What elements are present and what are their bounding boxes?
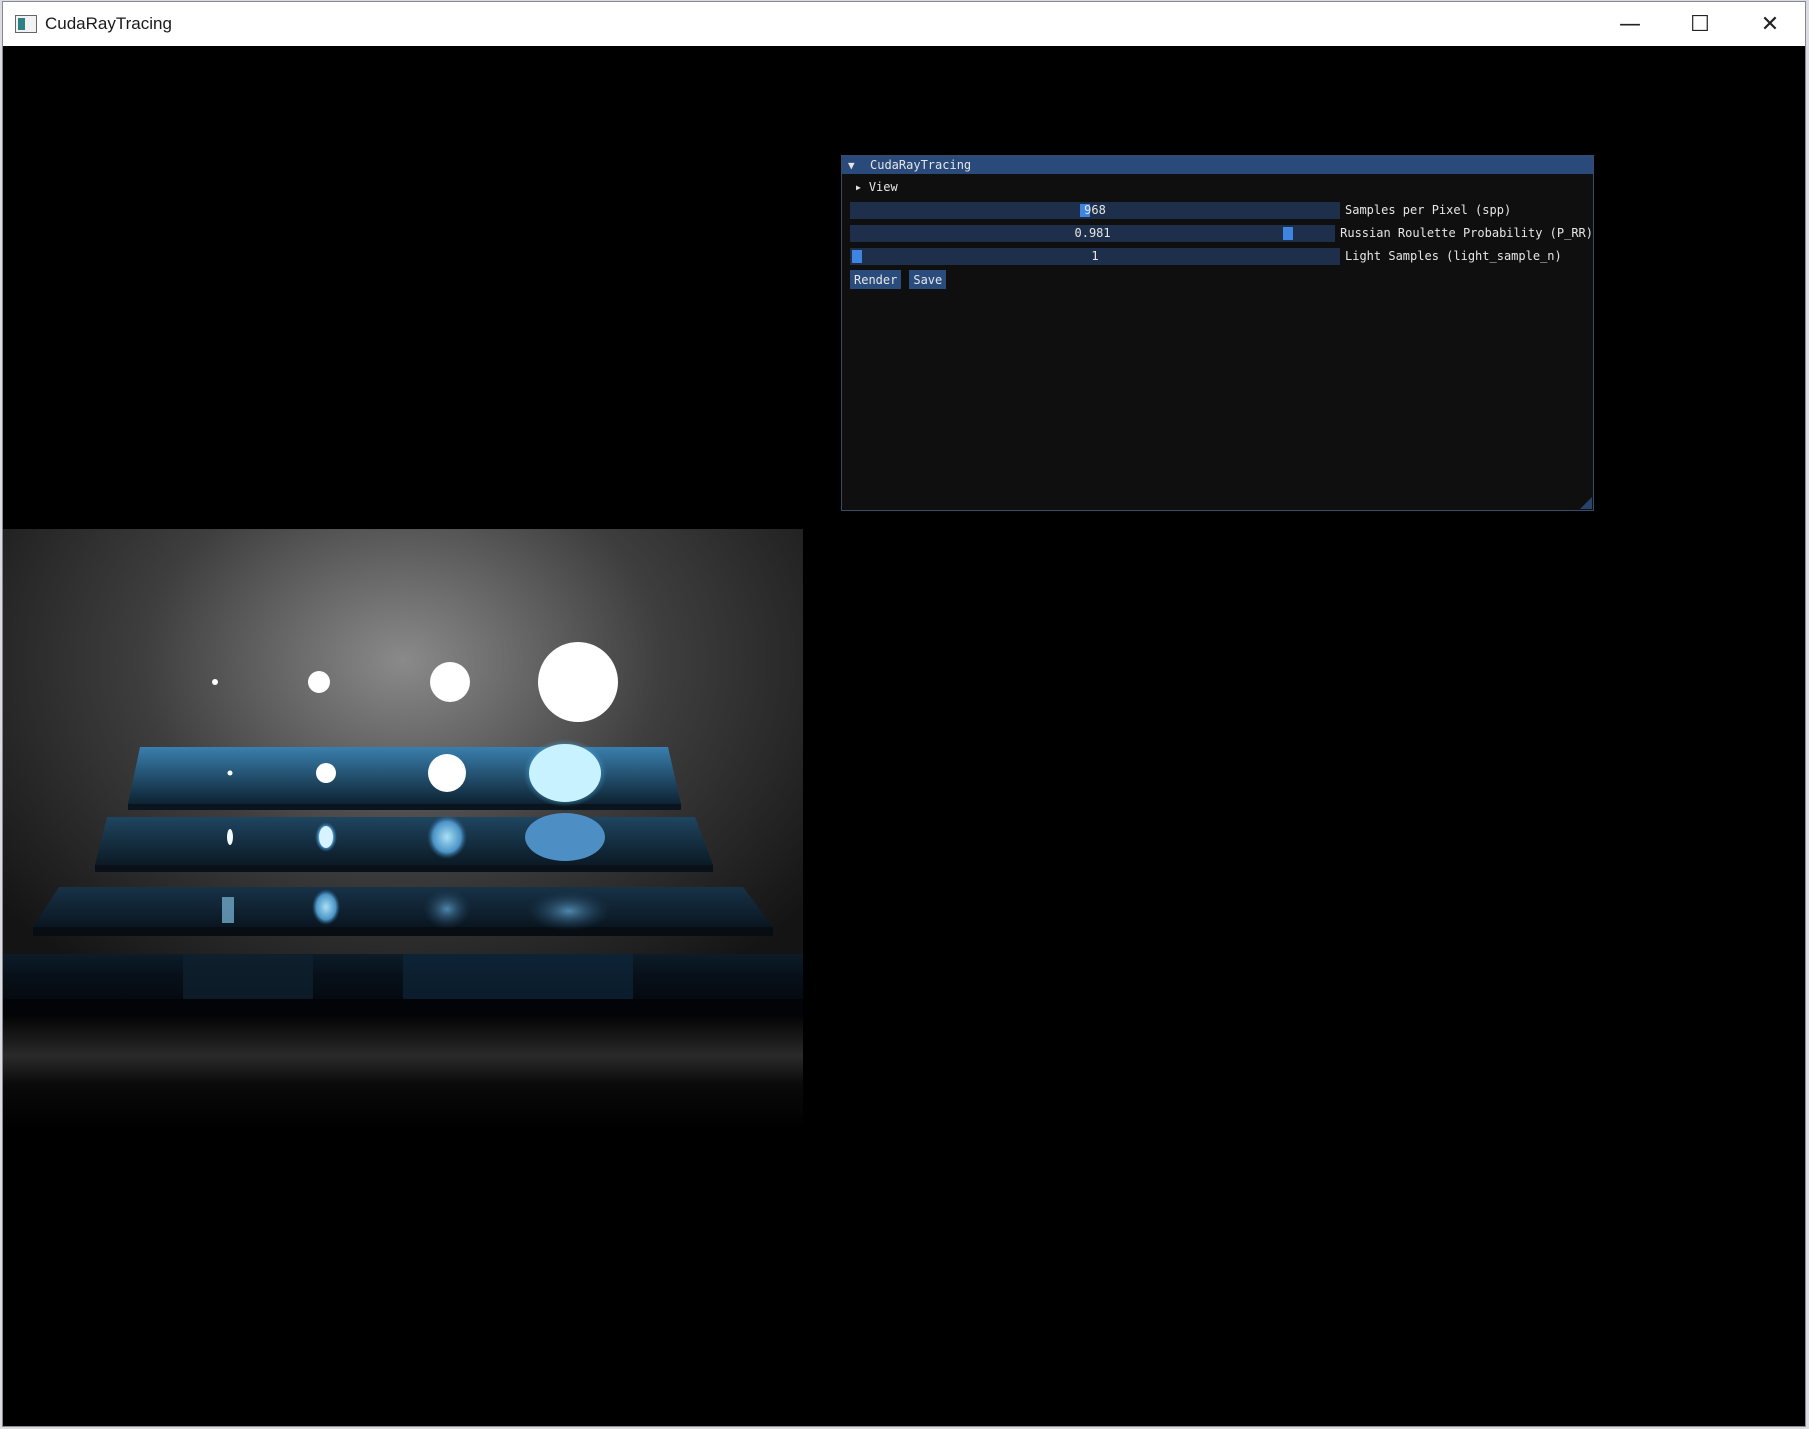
app-icon	[15, 15, 37, 33]
prr-slider-label: Russian Roulette Probability (P_RR)	[1340, 226, 1593, 240]
view-label: View	[868, 180, 898, 194]
panel-title: CudaRayTracing	[870, 158, 972, 172]
render-output-image	[3, 529, 803, 1129]
spp-slider-value: 968	[1084, 202, 1106, 217]
action-buttons: Render Save	[842, 270, 1593, 289]
prr-slider[interactable]: 0.981	[850, 224, 1336, 242]
app-window: CudaRayTracing — ☐ ✕ ▼ CudaRayTracing ▶ …	[2, 1, 1806, 1427]
maximize-button[interactable]: ☐	[1665, 2, 1735, 46]
window-controls: — ☐ ✕	[1595, 2, 1805, 46]
minimize-icon: —	[1619, 11, 1641, 37]
render-button[interactable]: Render	[850, 270, 902, 289]
resize-grip-icon[interactable]	[1580, 497, 1592, 509]
light-samples-slider-label: Light Samples (light_sample_n)	[1345, 249, 1562, 263]
expand-arrow-icon: ▶	[856, 182, 861, 192]
rendered-scene	[3, 529, 803, 1129]
prr-slider-value: 0.981	[1074, 225, 1111, 240]
minimize-button[interactable]: —	[1595, 2, 1665, 46]
spp-slider-label: Samples per Pixel (spp)	[1345, 203, 1512, 217]
light-samples-slider-row: 1 Light Samples (light_sample_n)	[842, 246, 1593, 266]
prr-slider-row: 0.981 Russian Roulette Probability (P_RR…	[842, 223, 1593, 243]
collapse-triangle-icon[interactable]: ▼	[848, 159, 860, 172]
close-button[interactable]: ✕	[1735, 2, 1805, 46]
control-panel[interactable]: ▼ CudaRayTracing ▶ View 968 Samples per …	[841, 155, 1594, 511]
window-title: CudaRayTracing	[45, 14, 172, 33]
panel-title-bar[interactable]: ▼ CudaRayTracing	[842, 156, 1593, 174]
save-button[interactable]: Save	[909, 270, 947, 289]
light-samples-slider-value: 1	[1091, 248, 1099, 263]
light-samples-slider[interactable]: 1	[850, 247, 1340, 265]
spp-slider[interactable]: 968	[850, 201, 1340, 219]
close-icon: ✕	[1760, 11, 1780, 37]
client-area: ▼ CudaRayTracing ▶ View 968 Samples per …	[3, 46, 1805, 1426]
title-bar[interactable]: CudaRayTracing — ☐ ✕	[3, 2, 1805, 46]
maximize-icon: ☐	[1690, 11, 1710, 37]
view-tree-node[interactable]: ▶ View	[842, 177, 1593, 197]
spp-slider-row: 968 Samples per Pixel (spp)	[842, 200, 1593, 220]
